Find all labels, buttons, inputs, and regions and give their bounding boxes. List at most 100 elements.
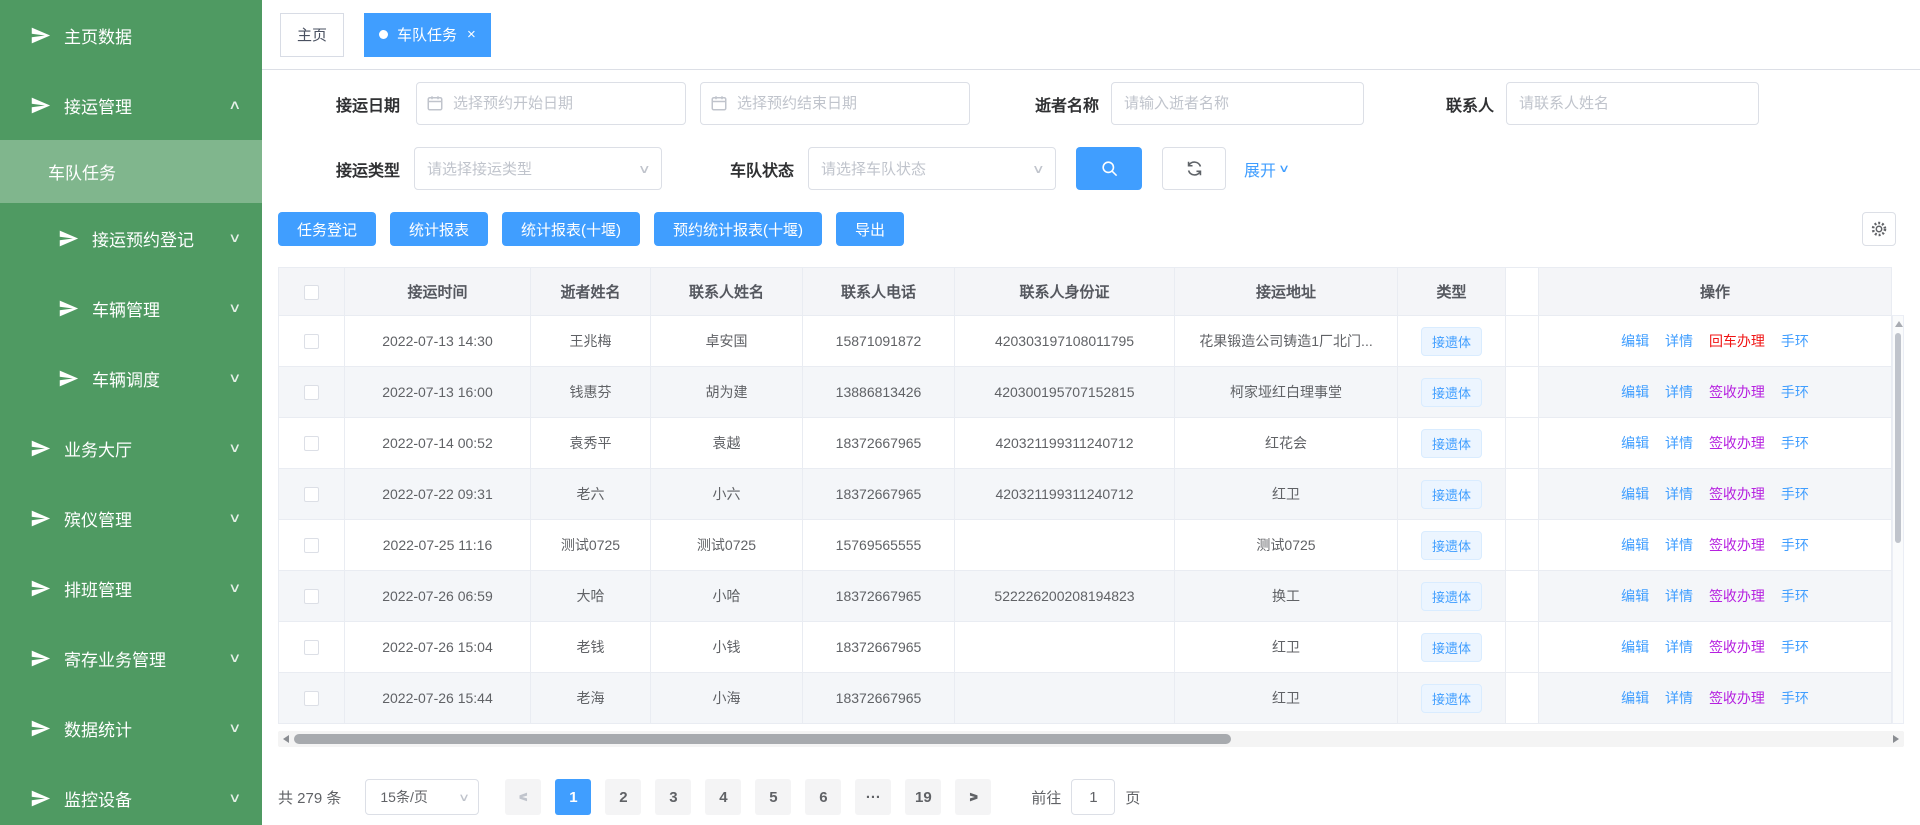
edit-link[interactable]: 编辑	[1621, 435, 1649, 451]
toolbar-button[interactable]: 统计报表	[390, 212, 488, 246]
wristband-link[interactable]: 手环	[1781, 639, 1809, 655]
expand-link[interactable]: 展开 ∨	[1244, 157, 1288, 181]
select-all-checkbox[interactable]	[304, 285, 319, 300]
tab-home[interactable]: 主页	[280, 13, 344, 57]
contact-filter-label: 联系人	[1436, 92, 1494, 116]
paper-plane-icon	[58, 368, 79, 389]
sidebar-item[interactable]: 殡仪管理 ∨	[0, 483, 262, 553]
detail-link[interactable]: 详情	[1665, 690, 1693, 706]
date-start-input[interactable]	[416, 82, 686, 125]
row-checkbox[interactable]	[304, 385, 319, 400]
wristband-link[interactable]: 手环	[1781, 384, 1809, 400]
toolbar-button[interactable]: 任务登记	[278, 212, 376, 246]
sidebar-item[interactable]: 车辆管理 ∨	[0, 273, 262, 343]
sidebar-item[interactable]: 寄存业务管理 ∨	[0, 623, 262, 693]
next-page-button[interactable]: ∨	[955, 779, 991, 815]
sidebar-item[interactable]: 车辆调度 ∨	[0, 343, 262, 413]
page-button[interactable]: 3	[655, 779, 691, 815]
cell-contact-phone: 15871091872	[803, 316, 955, 367]
sidebar-item[interactable]: 车队任务	[0, 140, 262, 203]
contact-name-input[interactable]	[1506, 82, 1759, 125]
vertical-scrollbar[interactable]	[1892, 315, 1904, 724]
date-start-field	[416, 82, 686, 125]
edit-link[interactable]: 编辑	[1621, 333, 1649, 349]
wristband-link[interactable]: 手环	[1781, 333, 1809, 349]
toolbar-button[interactable]: 统计报表(十堰)	[502, 212, 640, 246]
detail-link[interactable]: 详情	[1665, 435, 1693, 451]
column-settings-button[interactable]	[1862, 212, 1896, 246]
wristband-link[interactable]: 手环	[1781, 588, 1809, 604]
sidebar-item[interactable]: 主页数据	[0, 0, 262, 70]
edit-link[interactable]: 编辑	[1621, 384, 1649, 400]
wristband-link[interactable]: 手环	[1781, 537, 1809, 553]
process-link[interactable]: 签收办理	[1709, 588, 1765, 604]
chevron-icon: ∨	[229, 370, 242, 386]
process-link[interactable]: 签收办理	[1709, 384, 1765, 400]
page-button[interactable]: 6	[805, 779, 841, 815]
goto-page-input[interactable]	[1071, 779, 1115, 815]
row-checkbox[interactable]	[304, 640, 319, 655]
cell-address: 花果锻造公司铸造1厂北门...	[1175, 316, 1398, 367]
process-link[interactable]: 签收办理	[1709, 435, 1765, 451]
detail-link[interactable]: 详情	[1665, 588, 1693, 604]
detail-link[interactable]: 详情	[1665, 537, 1693, 553]
edit-link[interactable]: 编辑	[1621, 537, 1649, 553]
detail-link[interactable]: 详情	[1665, 384, 1693, 400]
row-checkbox[interactable]	[304, 436, 319, 451]
edit-link[interactable]: 编辑	[1621, 588, 1649, 604]
date-end-input[interactable]	[700, 82, 970, 125]
detail-link[interactable]: 详情	[1665, 486, 1693, 502]
page-button[interactable]: 5	[755, 779, 791, 815]
page-button[interactable]: 4	[705, 779, 741, 815]
chevron-left-icon: ∨	[515, 790, 531, 804]
edit-link[interactable]: 编辑	[1621, 690, 1649, 706]
sidebar-item[interactable]: 排班管理 ∨	[0, 553, 262, 623]
sidebar-item[interactable]: 监控设备 ∨	[0, 763, 262, 825]
toolbar-button[interactable]: 导出	[836, 212, 904, 246]
refresh-button[interactable]	[1162, 147, 1226, 190]
prev-page-button[interactable]: ∨	[505, 779, 541, 815]
detail-link[interactable]: 详情	[1665, 639, 1693, 655]
page-button[interactable]: 2	[605, 779, 641, 815]
process-link[interactable]: 签收办理	[1709, 690, 1765, 706]
horizontal-scrollbar[interactable]	[278, 731, 1904, 747]
page-button[interactable]: ···	[855, 779, 891, 815]
process-link[interactable]: 回车办理	[1709, 333, 1765, 349]
chevron-icon: ∨	[229, 440, 242, 456]
cell-contact-id	[955, 622, 1175, 673]
row-checkbox[interactable]	[304, 538, 319, 553]
fleet-status-select[interactable]: 请选择车队状态 ∨	[808, 147, 1056, 190]
close-icon[interactable]: ×	[467, 27, 476, 42]
edit-link[interactable]: 编辑	[1621, 639, 1649, 655]
wristband-link[interactable]: 手环	[1781, 435, 1809, 451]
sidebar-item[interactable]: 接运管理 ∧	[0, 70, 262, 140]
col-contact-id: 联系人身份证	[955, 268, 1175, 316]
sidebar-item-label: 车辆管理	[92, 296, 160, 321]
paper-plane-icon	[30, 578, 51, 599]
deceased-name-input[interactable]	[1111, 82, 1364, 125]
edit-link[interactable]: 编辑	[1621, 486, 1649, 502]
sidebar-item[interactable]: 接运预约登记 ∨	[0, 203, 262, 273]
row-checkbox[interactable]	[304, 691, 319, 706]
detail-link[interactable]: 详情	[1665, 333, 1693, 349]
wristband-link[interactable]: 手环	[1781, 690, 1809, 706]
tab-fleet-tasks[interactable]: 车队任务 ×	[364, 13, 491, 57]
wristband-link[interactable]: 手环	[1781, 486, 1809, 502]
process-link[interactable]: 签收办理	[1709, 486, 1765, 502]
row-checkbox[interactable]	[304, 334, 319, 349]
page-button[interactable]: 19	[905, 779, 941, 815]
page-size-select[interactable]: 15条/页 ∨	[365, 779, 479, 815]
toolbar-button[interactable]: 预约统计报表(十堰)	[654, 212, 822, 246]
process-link[interactable]: 签收办理	[1709, 537, 1765, 553]
app-window: 主页数据 接运管理 ∧ 车队任务 接运预约登记 ∨ 车辆管理 ∨ 车辆调度	[0, 0, 1920, 825]
table-row: 2022-07-26 15:44 老海 小海 18372667965 红卫 接遗…	[279, 673, 1892, 724]
sidebar-item[interactable]: 业务大厅 ∨	[0, 413, 262, 483]
transport-type-select[interactable]: 请选择接运类型 ∨	[414, 147, 662, 190]
chevron-icon: ∨	[229, 720, 242, 736]
page-button[interactable]: 1	[555, 779, 591, 815]
search-button[interactable]	[1076, 147, 1142, 190]
process-link[interactable]: 签收办理	[1709, 639, 1765, 655]
row-checkbox[interactable]	[304, 589, 319, 604]
row-checkbox[interactable]	[304, 487, 319, 502]
sidebar-item[interactable]: 数据统计 ∨	[0, 693, 262, 763]
